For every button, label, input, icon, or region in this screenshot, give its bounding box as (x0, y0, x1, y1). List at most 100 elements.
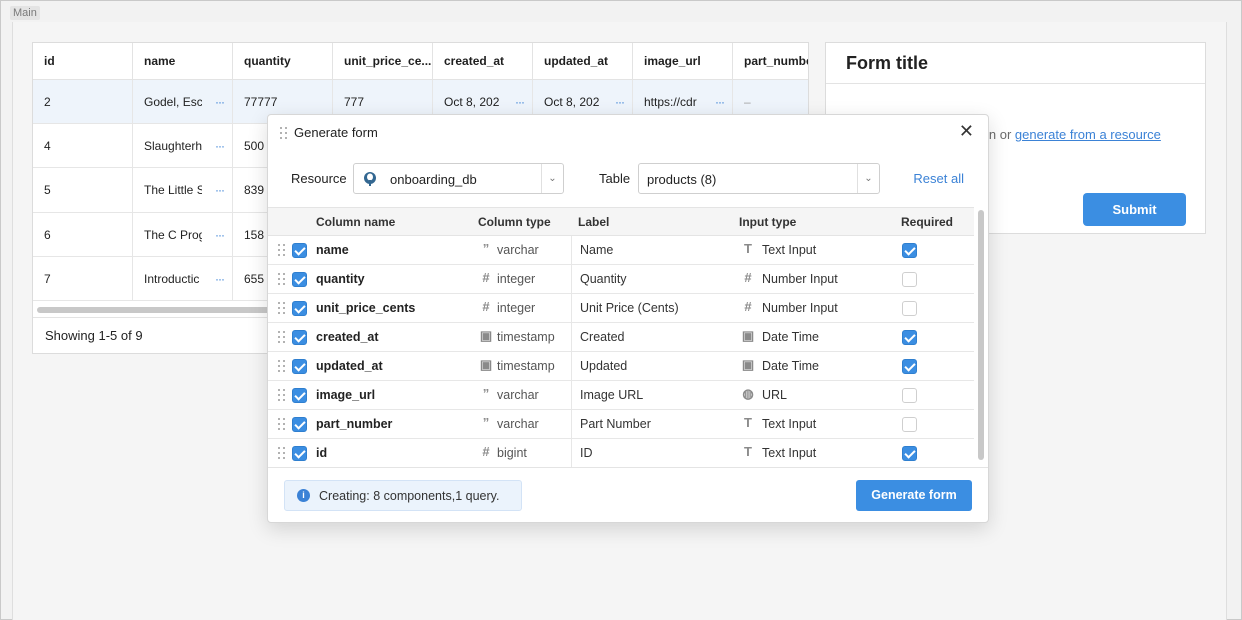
more-options-icon[interactable]: ··· (515, 95, 525, 109)
cell-text: 6 (44, 227, 51, 242)
table-cell[interactable]: 7 (33, 257, 133, 300)
drag-handle-icon[interactable] (278, 302, 286, 314)
hash-icon: # (482, 270, 490, 285)
column-separator (571, 439, 572, 467)
label-field: ID (580, 446, 593, 460)
table-cell[interactable]: 4 (33, 124, 133, 167)
drag-handle-icon[interactable] (278, 331, 286, 343)
required-checkbox[interactable] (902, 243, 917, 258)
table-select[interactable]: products (8) ⌄ (638, 163, 880, 194)
column-name: name (316, 243, 349, 257)
more-options-icon[interactable]: ··· (215, 95, 225, 109)
close-icon[interactable]: ✕ (959, 122, 974, 140)
main-frame-tag: Main (10, 6, 40, 20)
calendar-clock-icon: ▣ (741, 328, 755, 343)
vertical-scrollbar[interactable] (978, 210, 984, 460)
more-options-icon[interactable]: ··· (215, 139, 225, 153)
table-column-header[interactable]: created_at (433, 43, 533, 80)
column-row[interactable]: part_number ” varchar Part Number T Text Inpu… (268, 410, 974, 439)
required-checkbox[interactable] (902, 446, 917, 461)
more-options-icon[interactable]: ··· (215, 272, 225, 286)
drag-handle-icon[interactable] (278, 360, 286, 372)
column-type: integer (497, 272, 536, 286)
column-row[interactable]: id # bigint ID T Text Input (268, 439, 974, 468)
cell-text: The Little S (144, 183, 202, 197)
column-separator (571, 381, 572, 409)
include-column-checkbox[interactable] (292, 243, 307, 258)
include-column-checkbox[interactable] (292, 272, 307, 287)
table-column-header[interactable]: name (133, 43, 233, 80)
column-name: part_number (316, 417, 393, 431)
form-empty-hint: in or generate from a resource (986, 127, 1161, 142)
column-name: id (316, 446, 328, 460)
column-separator (571, 323, 572, 351)
include-column-checkbox[interactable] (292, 330, 307, 345)
table-column-header[interactable]: quantity (233, 43, 333, 80)
required-checkbox[interactable] (902, 359, 917, 374)
input-type-select: URL (762, 388, 788, 402)
drag-handle-icon[interactable] (278, 244, 286, 256)
include-column-checkbox[interactable] (292, 446, 307, 461)
table-cell[interactable]: Slaughterh ··· (133, 124, 233, 167)
column-type: varchar (497, 417, 539, 431)
table-column-header[interactable]: unit_price_ce... (333, 43, 433, 80)
hash-icon: # (744, 299, 752, 314)
table-value: products (8) (647, 172, 717, 187)
table-cell[interactable]: 2 (33, 80, 133, 123)
required-checkbox[interactable] (902, 272, 917, 287)
include-column-checkbox[interactable] (292, 388, 307, 403)
table-cell[interactable]: 5 (33, 168, 133, 212)
table-cell[interactable]: Godel, Esc ··· (133, 80, 233, 123)
drag-handle-icon[interactable] (278, 447, 286, 459)
cell-text: 655 (244, 271, 265, 286)
input-type-select: Number Input (762, 301, 838, 315)
table-column-header[interactable]: image_url (633, 43, 733, 80)
column-row[interactable]: created_at ▣ timestamp Created ▣ Date Time (268, 323, 974, 352)
more-options-icon[interactable]: ··· (715, 95, 725, 109)
hash-icon: # (482, 444, 490, 459)
required-checkbox[interactable] (902, 330, 917, 345)
form-divider (826, 83, 1205, 84)
include-column-checkbox[interactable] (292, 301, 307, 316)
more-options-icon[interactable]: ··· (215, 183, 225, 197)
text-icon: T (744, 241, 752, 256)
table-column-header[interactable]: id (33, 43, 133, 80)
table-cell[interactable]: The Little S ··· (133, 168, 233, 212)
table-column-header[interactable]: part_numbe (733, 43, 808, 80)
include-column-checkbox[interactable] (292, 359, 307, 374)
column-row[interactable]: updated_at ▣ timestamp Updated ▣ Date Time (268, 352, 974, 381)
drag-handle-icon[interactable] (278, 418, 286, 430)
label-field: Updated (580, 359, 628, 373)
column-row[interactable]: name ” varchar Name T Text Input (268, 236, 974, 265)
input-type-select: Number Input (762, 272, 838, 286)
include-column-checkbox[interactable] (292, 417, 307, 432)
drag-handle-icon[interactable] (278, 389, 286, 401)
header-required: Required (901, 215, 954, 229)
reset-all-link[interactable]: Reset all (913, 171, 964, 186)
more-options-icon[interactable]: ··· (615, 95, 625, 109)
more-options-icon[interactable]: ··· (215, 228, 225, 242)
resource-select[interactable]: onboarding_db ⌄ (353, 163, 564, 194)
table-cell[interactable]: The C Prog ··· (133, 213, 233, 256)
column-row[interactable]: image_url ” varchar Image URL ◍ URL (268, 381, 974, 410)
table-cell[interactable]: Introductic ··· (133, 257, 233, 300)
generate-form-button[interactable]: Generate form (856, 480, 972, 511)
column-row[interactable]: quantity # integer Quantity # Number Input (268, 265, 974, 294)
column-type: timestamp (497, 359, 555, 373)
column-row[interactable]: unit_price_cents # integer Unit Price (Cent… (268, 294, 974, 323)
header-input-type: Input type (739, 215, 797, 229)
drag-handle-icon[interactable] (280, 127, 288, 139)
required-checkbox[interactable] (902, 417, 917, 432)
required-checkbox[interactable] (902, 388, 917, 403)
quote-icon: ” (482, 415, 490, 430)
chevron-down-icon: ⌄ (541, 164, 563, 193)
horizontal-scrollbar[interactable] (37, 307, 277, 313)
drag-handle-icon[interactable] (278, 273, 286, 285)
submit-button[interactable]: Submit (1083, 193, 1186, 226)
label-field: Quantity (580, 272, 627, 286)
table-column-header[interactable]: updated_at (533, 43, 633, 80)
required-checkbox[interactable] (902, 301, 917, 316)
table-cell[interactable]: 6 (33, 213, 133, 256)
generate-form-modal: Generate form ✕ Resource onboarding_db ⌄… (267, 114, 989, 523)
generate-from-resource-link[interactable]: generate from a resource (1015, 127, 1161, 142)
